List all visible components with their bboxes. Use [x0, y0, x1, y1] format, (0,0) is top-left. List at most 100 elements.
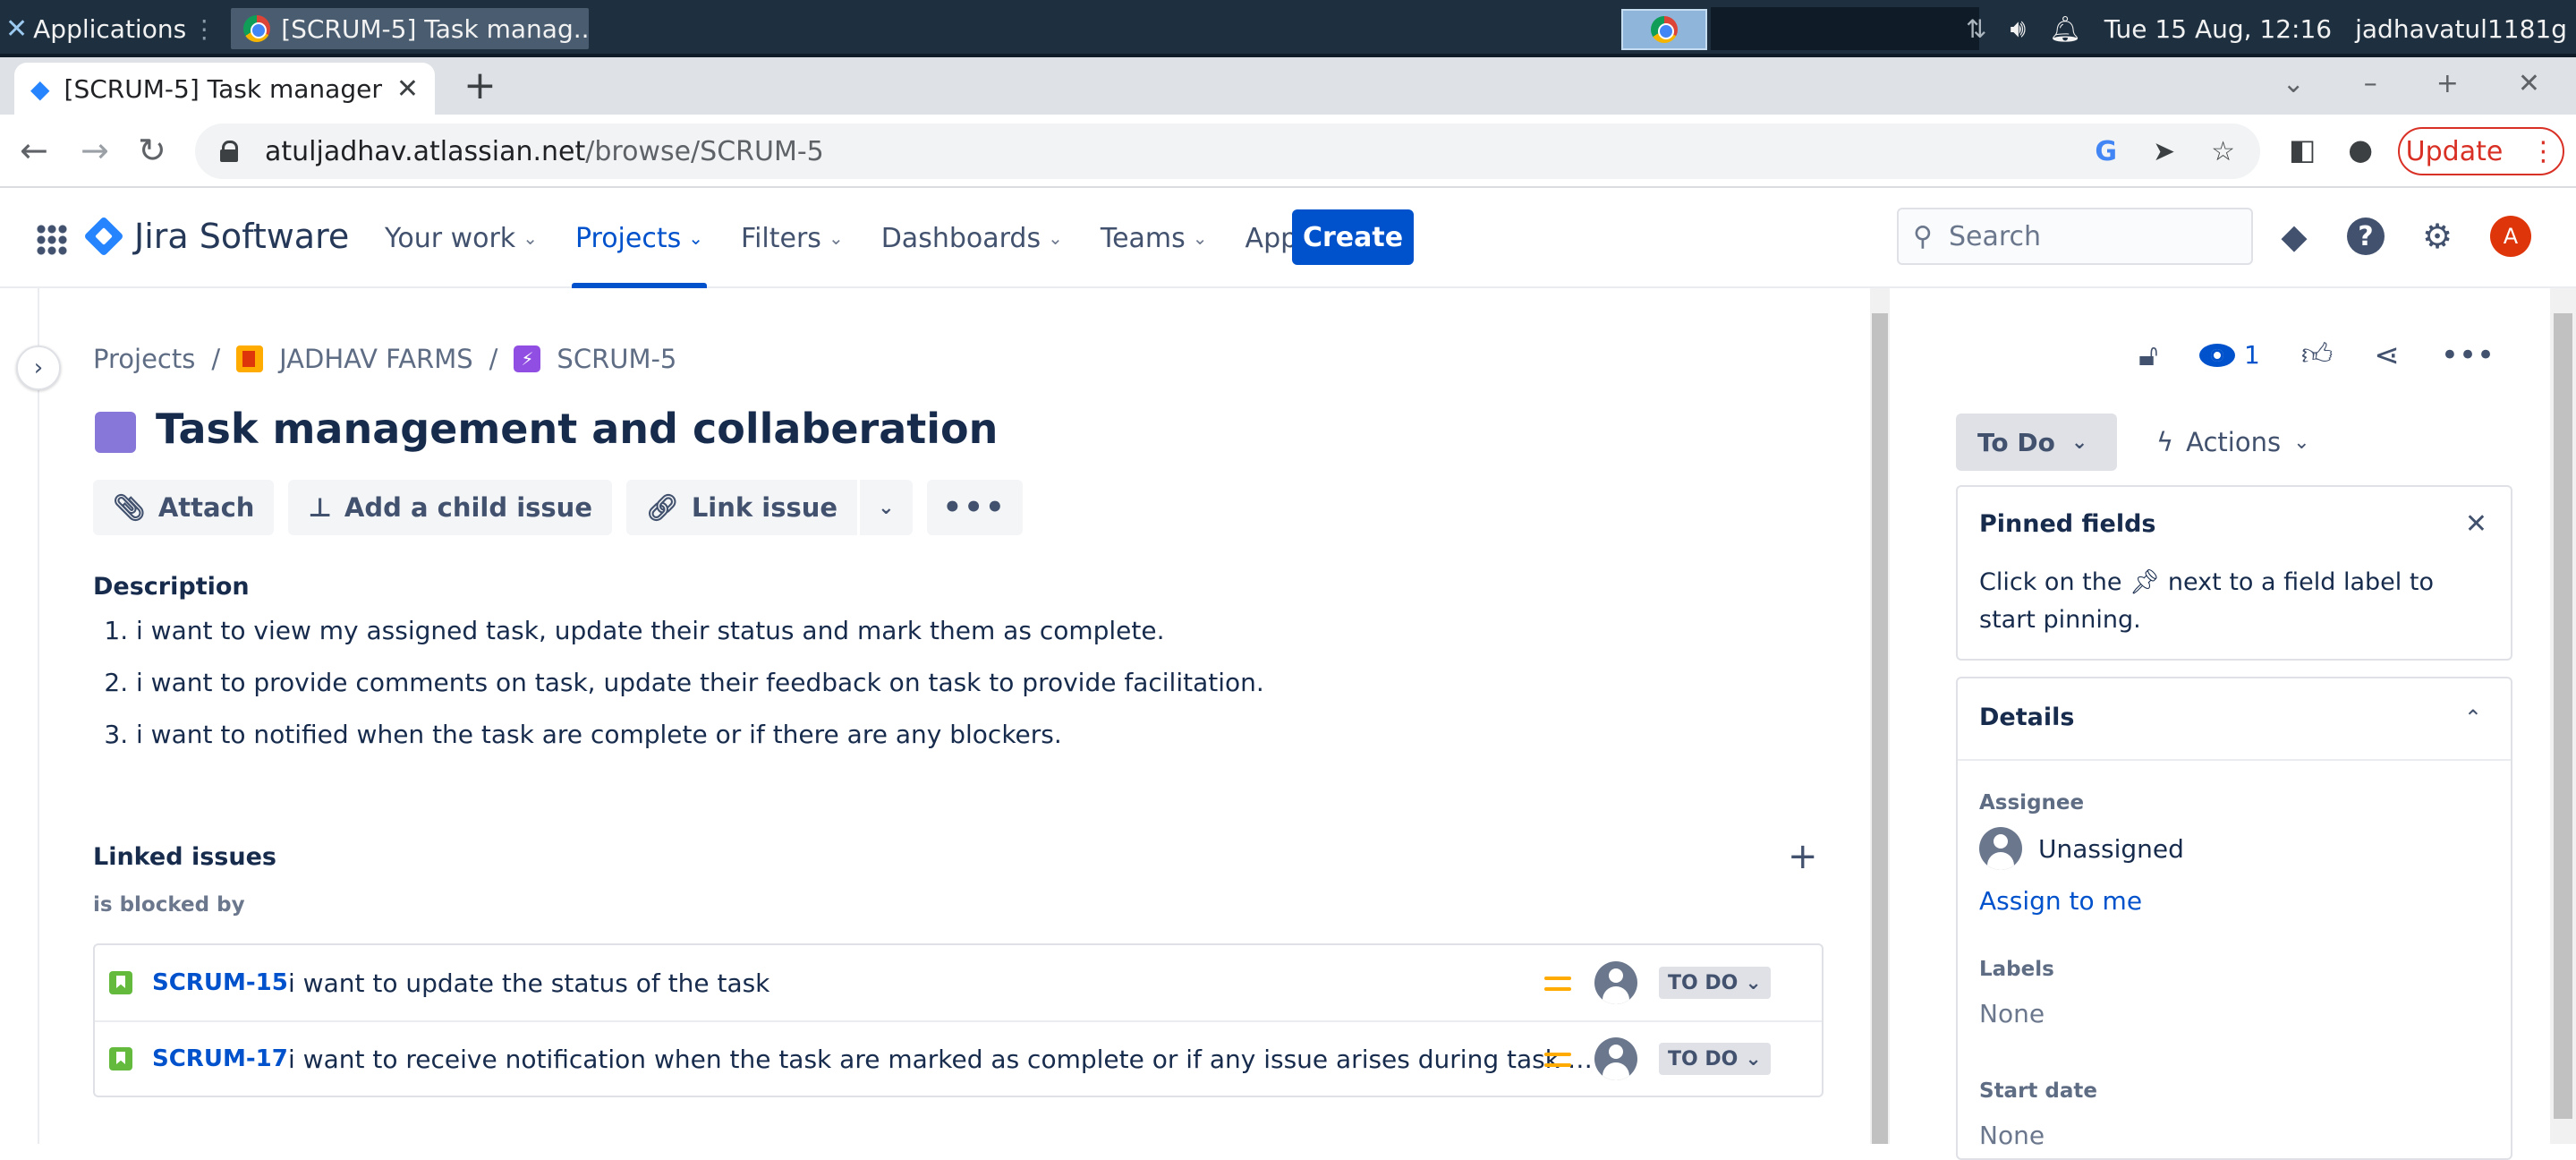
tab-close-icon[interactable]: ✕ — [396, 73, 419, 105]
taskbar-window-button[interactable]: [SCRUM-5] Task manag... — [231, 8, 590, 49]
thumbs-up-icon[interactable]: 👍︎ — [2301, 337, 2334, 373]
breadcrumb-projects[interactable]: Projects — [93, 344, 195, 374]
sidebar-scrollbar[interactable] — [2550, 288, 2576, 1144]
pin-icon: 📌︎ — [2130, 568, 2161, 596]
start-date-field[interactable]: None — [1979, 1121, 2045, 1150]
actions-button[interactable]: ϟ Actions ⌄ — [2156, 414, 2310, 471]
scrollbar-thumb[interactable] — [1872, 313, 1888, 1144]
status-dropdown[interactable]: TO DO ⌄ — [1659, 1043, 1771, 1075]
expand-sidebar-button[interactable]: › — [16, 345, 61, 390]
menu-handle-icon: ⋮ — [191, 13, 217, 44]
reload-icon[interactable]: ↻ — [138, 131, 166, 170]
minimize-icon[interactable]: – — [2364, 68, 2377, 99]
create-button[interactable]: Create — [1292, 209, 1414, 265]
main-scrollbar[interactable] — [1870, 288, 1890, 1144]
nav-projects[interactable]: Projects ⌄ — [571, 188, 708, 288]
tab-search-icon[interactable]: ⌄ — [2283, 68, 2305, 99]
send-icon[interactable]: ➤ — [2153, 136, 2175, 167]
link-issue-button[interactable]: 🔗︎ Link issue — [626, 480, 858, 535]
linked-issue-key[interactable]: SCRUM-17 — [152, 1045, 288, 1072]
ellipsis-icon[interactable]: ••• — [2441, 337, 2495, 373]
assign-to-me-link[interactable]: Assign to me — [1979, 886, 2142, 916]
add-child-issue-button[interactable]: ⊥ Add a child issue — [288, 480, 612, 535]
close-window-icon[interactable]: ✕ — [2518, 68, 2540, 99]
notifications-icon[interactable]: ◆ — [2273, 215, 2316, 258]
search-input[interactable]: ⚲ Search — [1897, 208, 2253, 265]
settings-gear-icon[interactable]: ⚙ — [2416, 215, 2459, 258]
forward-icon[interactable]: → — [81, 131, 109, 170]
bookmark-star-icon[interactable]: ☆ — [2211, 136, 2235, 167]
attach-button[interactable]: 📎︎ Attach — [93, 480, 275, 535]
browser-tab[interactable]: ◆ [SCRUM-5] Task managem ✕ — [14, 63, 435, 115]
linked-issue-summary[interactable]: i want to receive notification when the … — [288, 1045, 1603, 1074]
browser-toolbar: ← → ↻ atuljadhav.atlassian.net /browse/S… — [0, 115, 2576, 188]
profile-icon[interactable]: ● — [2348, 132, 2373, 166]
back-icon[interactable]: ← — [20, 131, 48, 170]
jira-logo-icon — [83, 216, 124, 257]
watch-button[interactable]: 1 — [2199, 340, 2260, 370]
scrollbar-thumb[interactable] — [2554, 313, 2572, 1119]
breadcrumb-issue-key[interactable]: SCRUM-5 — [557, 344, 676, 374]
labels-label: Labels — [1979, 958, 2054, 981]
table-row[interactable]: SCRUM-15 i want to update the status of … — [95, 945, 1822, 1020]
clock[interactable]: Tue 15 Aug, 12:16 — [2104, 14, 2332, 44]
unassigned-avatar-icon[interactable] — [1594, 961, 1637, 1004]
taskbar-left: ✕ Applications ⋮ [SCRUM-5] Task manag... — [0, 0, 590, 57]
description-list[interactable]: i want to view my assigned task, update … — [93, 616, 1264, 772]
linked-issue-key[interactable]: SCRUM-15 — [152, 969, 288, 996]
workspace-chrome-button[interactable] — [1621, 9, 1707, 50]
left-sidebar-rail — [0, 288, 39, 1144]
help-icon[interactable]: ? — [2344, 215, 2387, 258]
status-button[interactable]: To Do ⌄ — [1956, 414, 2117, 471]
nav-your-work[interactable]: Your work ⌄ — [385, 188, 538, 288]
maximize-icon[interactable]: + — [2436, 68, 2459, 99]
project-avatar-icon — [236, 345, 264, 372]
more-actions-button[interactable]: ••• — [926, 480, 1023, 535]
list-item: i want to view my assigned task, update … — [136, 616, 1264, 668]
search-placeholder: Search — [1948, 220, 2042, 252]
jira-logo[interactable]: Jira Software — [83, 216, 349, 257]
workspace-switcher[interactable] — [1711, 7, 1979, 50]
taskbar-window-title: [SCRUM-5] Task manag... — [281, 13, 590, 44]
network-icon[interactable]: ⇅ — [1966, 14, 1986, 44]
applications-menu[interactable]: ✕ Applications ⋮ — [0, 0, 224, 57]
pinned-fields-hint: Click on the 📌︎ next to a field label to… — [1979, 564, 2480, 639]
status-dropdown[interactable]: TO DO ⌄ — [1659, 967, 1771, 999]
address-bar[interactable]: atuljadhav.atlassian.net /browse/SCRUM-5… — [195, 124, 2260, 179]
breadcrumb-project[interactable]: JADHAV FARMS — [279, 344, 473, 374]
nav-dashboards[interactable]: Dashboards ⌄ — [881, 188, 1063, 288]
update-button[interactable]: Update ⋮ — [2398, 127, 2564, 175]
issue-title[interactable]: Task management and collaberation — [156, 405, 998, 453]
assignee-field[interactable]: Unassigned — [1979, 827, 2184, 870]
volume-icon[interactable]: 🔊︎ — [2011, 13, 2027, 44]
chevron-up-icon: ⌃ — [2463, 705, 2482, 730]
labels-field[interactable]: None — [1979, 999, 2045, 1028]
app-switcher-icon[interactable] — [36, 224, 68, 256]
add-linked-issue-icon[interactable]: + — [1788, 836, 1818, 877]
toolbar-icons: ◧ ● — [2289, 132, 2373, 166]
link-issue-dropdown[interactable]: ⌄ — [860, 480, 913, 535]
lock-icon[interactable] — [220, 141, 238, 162]
lock-icon[interactable]: 🔓︎ — [2138, 337, 2158, 373]
new-tab-button[interactable]: + — [463, 66, 497, 106]
breadcrumb-separator: / — [489, 344, 498, 374]
details-header[interactable]: Details ⌃ — [1958, 678, 2511, 761]
linked-issue-summary[interactable]: i want to update the status of the task — [288, 968, 1603, 998]
google-icon[interactable]: G — [2095, 136, 2117, 167]
linked-issues-table: SCRUM-15 i want to update the status of … — [93, 943, 1824, 1097]
nav-teams[interactable]: Teams ⌄ — [1101, 188, 1208, 288]
bell-icon[interactable]: 🔔︎ — [2049, 14, 2081, 44]
issue-actions: 📎︎ Attach ⊥ Add a child issue 🔗︎ Link is… — [93, 480, 1023, 535]
link-issue-label: Link issue — [691, 492, 838, 523]
xfce-icon: ✕ — [5, 13, 29, 45]
share-icon[interactable]: ⋖ — [2374, 337, 2400, 373]
user-name[interactable]: jadhavatul1181g — [2355, 14, 2567, 44]
avatar[interactable]: A — [2489, 215, 2532, 258]
issue-color-icon[interactable] — [95, 412, 136, 453]
unassigned-avatar-icon[interactable] — [1594, 1037, 1637, 1080]
table-row[interactable]: SCRUM-17 i want to receive notification … — [95, 1020, 1822, 1096]
close-icon[interactable]: ✕ — [2465, 508, 2487, 540]
chevron-down-icon: ⌄ — [688, 227, 703, 249]
side-panel-icon[interactable]: ◧ — [2289, 132, 2316, 166]
nav-filters[interactable]: Filters ⌄ — [741, 188, 844, 288]
